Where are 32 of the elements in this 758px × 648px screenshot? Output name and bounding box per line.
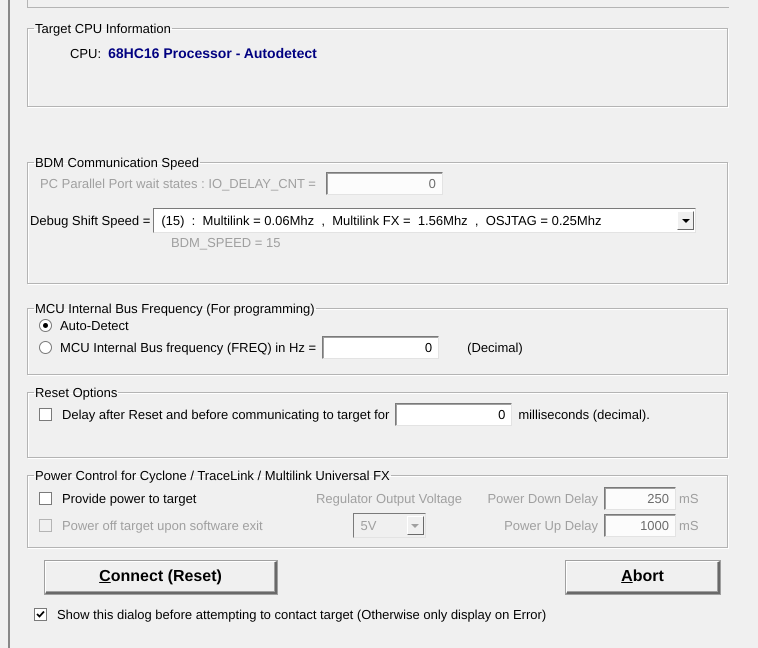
group-title: MCU Internal Bus Frequency (For programming) [34, 301, 316, 316]
connect-button[interactable]: Connect (Reset) [45, 561, 277, 594]
speed-dropdown[interactable]: (15) : Multilink = 0.06Mhz , Multilink FX = 1.56Mhz , OSJTAG = 0.25Mhz [153, 208, 696, 233]
field-label: Debug Shift Speed = [30, 213, 150, 228]
checkbox[interactable] [39, 408, 52, 421]
field-label: PC Parallel Port wait states : IO_DELAY_CNT = [40, 176, 316, 191]
cpu-name: 68HC16 Processor - Autodetect [108, 45, 317, 61]
checkbox-label[interactable]: Provide power to target [62, 491, 196, 506]
speed-note: BDM_SPEED = 15 [171, 235, 282, 250]
field-label: Regulator Output Voltage [316, 491, 462, 506]
group-title: Power Control for Cyclone / TraceLink / Multilink Universal FX [34, 468, 391, 483]
field-label: Power Down Delay [487, 491, 598, 506]
input-field[interactable]: 0 [395, 403, 512, 426]
abort-button[interactable]: Abort [566, 561, 720, 594]
group-title: BDM Communication Speed [34, 155, 200, 170]
group-title: Target CPU Information [34, 21, 172, 36]
radio-label[interactable]: MCU Internal Bus frequency (FREQ) in Hz = [60, 340, 316, 355]
radio-button[interactable] [39, 319, 52, 332]
unit-label: (Decimal) [467, 340, 523, 355]
unit-label: mS [679, 491, 699, 506]
input-field[interactable]: 0 [322, 336, 440, 359]
checkbox-label[interactable]: Delay after Reset and before communicating to target for [62, 407, 390, 422]
radio-label[interactable]: Auto-Detect [60, 318, 129, 333]
unit-label: milliseconds (decimal). [518, 407, 650, 422]
unit-label: mS [679, 518, 699, 533]
checkbox[interactable] [34, 608, 47, 621]
group-title: Reset Options [34, 385, 118, 400]
cpu-label: CPU: [70, 46, 102, 60]
checkbox-label[interactable]: Show this dialog before attempting to contact target (Otherwise only display on Error) [57, 607, 546, 622]
radio-button[interactable] [39, 341, 52, 354]
field-label: Power Up Delay [504, 518, 598, 533]
checkbox[interactable] [39, 492, 52, 505]
